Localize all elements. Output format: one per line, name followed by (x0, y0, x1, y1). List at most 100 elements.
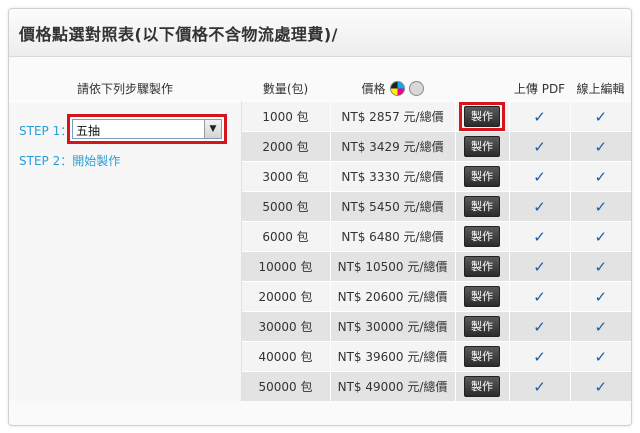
online-edit-cell: ✓ (570, 101, 631, 132)
online-edit-cell: ✓ (570, 191, 631, 222)
table-row: STEP 1： 五抽 ▼ STEP 2：開始製作 1000 包 NT$ 2857 元/總價… (9, 101, 631, 401)
price-cell: NT$ 3330 元/總價 (330, 161, 456, 192)
online-edit-cell: ✓ (570, 281, 631, 312)
quantity-cell: 3000 包 (241, 161, 331, 192)
online-edit-cell: ✓ (570, 131, 631, 162)
upload-pdf-cell: ✓ (509, 161, 571, 192)
header-upload: 上傳 PDF (513, 81, 566, 96)
price-cell: NT$ 3429 元/總價 (330, 131, 456, 162)
check-icon: ✓ (594, 287, 608, 306)
quantity-cell: 50000 包 (241, 371, 331, 401)
upload-pdf-cell: ✓ (509, 101, 571, 132)
price-cell: NT$ 2857 元/總價 (330, 101, 456, 132)
check-icon: ✓ (533, 107, 546, 126)
make-button[interactable]: 製作 (464, 136, 500, 157)
make-button[interactable]: 製作 (464, 346, 500, 367)
step2-label: STEP 2： (19, 154, 73, 168)
make-cell: 製作 (455, 251, 510, 282)
price-cell: NT$ 6480 元/總價 (330, 221, 456, 252)
check-icon: ✓ (594, 137, 608, 156)
price-table: 請依下列步驟製作 數量(包) 價格 上傳 PDF 線上編輯 STEP 1： 五抽 ▼… (9, 75, 631, 401)
product-select[interactable]: 五抽 ▼ (72, 119, 222, 139)
check-icon: ✓ (594, 197, 608, 216)
online-edit-cell: ✓ (570, 221, 631, 252)
price-panel: 價格點選對照表(以下價格不含物流處理費)/ 請依下列步驟製作 數量(包) 價格 … (8, 8, 632, 426)
online-edit-cell: ✓ (570, 251, 631, 282)
check-icon: ✓ (533, 197, 546, 216)
upload-pdf-cell: ✓ (509, 371, 571, 401)
check-icon: ✓ (594, 167, 608, 186)
check-icon: ✓ (594, 107, 608, 126)
check-icon: ✓ (533, 347, 546, 366)
check-icon: ✓ (533, 287, 546, 306)
upload-pdf-cell: ✓ (509, 221, 571, 252)
price-cell: NT$ 39600 元/總價 (330, 341, 456, 372)
check-icon: ✓ (533, 377, 546, 396)
start-making-link[interactable]: 開始製作 (72, 154, 120, 168)
header-price-label: 價格 (361, 81, 386, 96)
online-edit-cell: ✓ (570, 341, 631, 372)
header-online-edit: 線上編輯 (576, 81, 625, 96)
step1-label: STEP 1： (19, 124, 73, 138)
make-cell: 製作 (455, 311, 510, 342)
product-select-value: 五抽 (76, 124, 101, 138)
quantity-cell: 1000 包 (241, 101, 331, 132)
check-icon: ✓ (594, 227, 608, 246)
price-cell: NT$ 49000 元/總價 (330, 371, 456, 401)
quantity-cell: 30000 包 (241, 311, 331, 342)
upload-pdf-cell: ✓ (509, 131, 571, 162)
check-icon: ✓ (594, 257, 608, 276)
chevron-down-icon[interactable]: ▼ (204, 120, 221, 138)
quantity-cell: 40000 包 (241, 341, 331, 372)
quantity-cell: 6000 包 (241, 221, 331, 252)
header-make (455, 75, 509, 102)
check-icon: ✓ (533, 257, 546, 276)
upload-pdf-cell: ✓ (509, 311, 571, 342)
make-button[interactable]: 製作 (464, 226, 500, 247)
make-button[interactable]: 製作 (464, 376, 500, 397)
header-steps: 請依下列步驟製作 (76, 81, 173, 96)
make-button[interactable]: 製作 (464, 166, 500, 187)
panel-title: 價格點選對照表(以下價格不含物流處理費)/ (19, 24, 338, 44)
table-header-row: 請依下列步驟製作 數量(包) 價格 上傳 PDF 線上編輯 (9, 75, 631, 102)
quantity-cell: 20000 包 (241, 281, 331, 312)
make-cell: 製作 (455, 221, 510, 252)
product-select-highlight: 五抽 ▼ (67, 114, 227, 144)
price-cell: NT$ 5450 元/總價 (330, 191, 456, 222)
quantity-cell: 5000 包 (241, 191, 331, 222)
color-cmyk-icon[interactable] (389, 80, 405, 96)
check-icon: ✓ (533, 317, 546, 336)
make-cell: 製作 (455, 281, 510, 312)
panel-header: 價格點選對照表(以下價格不含物流處理費)/ (9, 9, 631, 57)
make-button[interactable]: 製作 (464, 196, 500, 217)
upload-pdf-cell: ✓ (509, 341, 571, 372)
upload-pdf-cell: ✓ (509, 191, 571, 222)
check-icon: ✓ (533, 137, 546, 156)
online-edit-cell: ✓ (570, 161, 631, 192)
make-cell: 製作 (455, 131, 510, 162)
upload-pdf-cell: ✓ (509, 251, 571, 282)
header-quantity: 數量(包) (262, 81, 309, 96)
make-button[interactable]: 製作 (464, 316, 500, 337)
price-cell: NT$ 30000 元/總價 (330, 311, 456, 342)
make-button[interactable]: 製作 (464, 256, 500, 277)
step2: STEP 2：開始製作 (19, 152, 120, 169)
quantity-cell: 2000 包 (241, 131, 331, 162)
check-icon: ✓ (594, 377, 608, 396)
make-button-highlight: 製作 (459, 102, 505, 131)
upload-pdf-cell: ✓ (509, 281, 571, 312)
grayscale-icon[interactable] (408, 80, 424, 96)
check-icon: ✓ (533, 227, 546, 246)
make-button[interactable]: 製作 (464, 286, 500, 307)
make-cell: 製作 (455, 371, 510, 401)
make-cell: 製作 (455, 341, 510, 372)
check-icon: ✓ (533, 167, 546, 186)
make-cell: 製作 (455, 161, 510, 192)
make-cell: 製作 (455, 191, 510, 222)
make-button[interactable]: 製作 (464, 106, 500, 127)
price-cell: NT$ 20600 元/總價 (330, 281, 456, 312)
online-edit-cell: ✓ (570, 311, 631, 342)
check-icon: ✓ (594, 347, 608, 366)
steps-cell: STEP 1： 五抽 ▼ STEP 2：開始製作 (9, 101, 242, 401)
header-price: 價格 (330, 75, 455, 102)
